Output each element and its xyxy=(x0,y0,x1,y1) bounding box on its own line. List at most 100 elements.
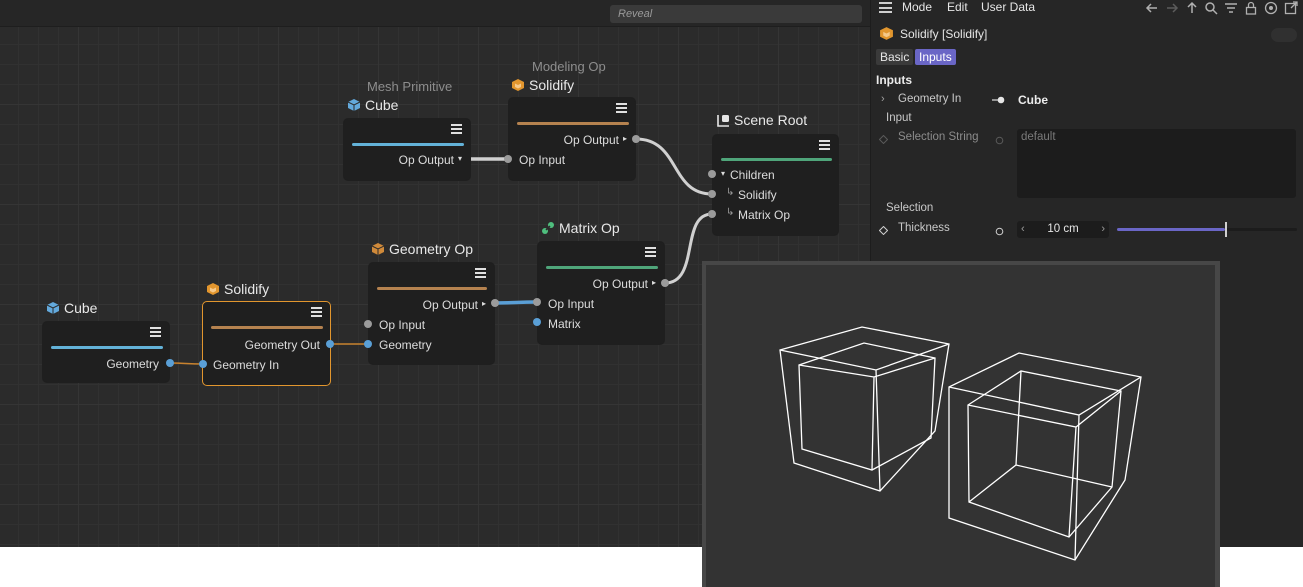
node-menu-icon[interactable] xyxy=(475,268,486,279)
port-circle-icon[interactable] xyxy=(995,134,1004,148)
search-icon[interactable] xyxy=(1204,1,1218,15)
thickness-field[interactable]: ‹ 10 cm › xyxy=(1017,221,1109,238)
target-icon[interactable] xyxy=(1264,1,1278,15)
thickness-slider[interactable] xyxy=(1117,222,1297,237)
node-title: Matrix Op xyxy=(559,220,620,236)
solidify-input-port[interactable] xyxy=(708,190,716,198)
keyframe-diamond-icon[interactable] xyxy=(878,133,889,147)
node-editor-toolbar: Reveal xyxy=(0,0,870,27)
geometry-input-port[interactable] xyxy=(364,340,372,348)
output-arrow-icon: ▸ xyxy=(481,299,486,308)
output-port-label: Geometry xyxy=(106,357,159,371)
geometry-in-value[interactable]: Cube xyxy=(1018,93,1048,107)
tab-inputs[interactable]: Inputs xyxy=(915,49,956,65)
back-arrow-icon[interactable] xyxy=(1145,1,1159,15)
selection-group-label: Selection xyxy=(886,202,934,214)
link-port-icon xyxy=(992,94,1006,109)
node-title: Geometry Op xyxy=(389,241,474,257)
op-input-port[interactable] xyxy=(364,320,372,328)
tab-basic[interactable]: Basic xyxy=(876,49,914,65)
cube-node[interactable]: Geometry xyxy=(42,321,170,383)
attribute-menubar: Mode Edit User Data xyxy=(871,0,1303,16)
node-color-bar xyxy=(721,158,832,161)
increment-arrow-icon[interactable]: › xyxy=(1101,221,1105,238)
scene-root-icon xyxy=(716,113,730,127)
scene-root-node[interactable]: ▾ Children ↳ Solidify ↳ Matrix Op xyxy=(712,134,839,236)
menu-user-data[interactable]: User Data xyxy=(981,0,1035,15)
chevron-right-icon[interactable]: › xyxy=(881,93,885,105)
solidify-icon xyxy=(879,26,894,41)
geometry-output-port[interactable] xyxy=(166,359,174,367)
modeling-solidify-node[interactable]: Op Output ▸ Op Input xyxy=(508,97,636,181)
section-title: Inputs xyxy=(876,73,912,87)
op-output-port[interactable] xyxy=(661,279,669,287)
node-menu-icon[interactable] xyxy=(150,327,161,338)
node-color-bar xyxy=(517,122,629,125)
lock-icon[interactable] xyxy=(1244,1,1258,15)
matrix-op-input-port[interactable] xyxy=(708,210,716,218)
cube-icon xyxy=(347,98,361,112)
viewport-window[interactable] xyxy=(702,261,1220,587)
node-color-bar xyxy=(352,143,464,146)
output-port-label: Geometry Out xyxy=(244,338,320,352)
node-category-label: Mesh Primitive xyxy=(367,79,453,94)
op-input-port[interactable] xyxy=(504,155,512,163)
geometry-in-port[interactable] xyxy=(199,360,207,368)
node-category-label: Modeling Op xyxy=(532,59,606,74)
thickness-value[interactable]: 10 cm xyxy=(1047,223,1078,235)
cube-icon xyxy=(46,301,60,315)
geometry-out-port[interactable] xyxy=(326,340,334,348)
solidify-node-header: Solidify xyxy=(206,281,269,297)
slider-fill xyxy=(1117,228,1225,231)
selection-string-label: Selection String xyxy=(898,131,979,143)
input-port-label: Op Input xyxy=(379,318,426,332)
mesh-cube-node[interactable]: Op Output ▾ xyxy=(343,118,471,181)
selection-string-field[interactable]: default xyxy=(1017,129,1296,198)
solidify-node-selected[interactable]: Geometry Out Geometry In xyxy=(202,301,331,386)
output-arrow-icon: ▸ xyxy=(651,278,656,287)
matrix-input-port[interactable] xyxy=(533,318,541,326)
matrix-op-node[interactable]: Op Output ▸ Op Input Matrix xyxy=(537,241,665,345)
geometry-op-node-header: Geometry Op xyxy=(371,241,473,257)
left-outer-cube xyxy=(779,326,950,492)
viewport-canvas[interactable] xyxy=(706,265,1215,587)
reveal-field[interactable]: Reveal xyxy=(610,5,862,23)
child-branch-icon: ↳ xyxy=(726,187,735,198)
wire-geometry-op-to-matrix-op xyxy=(494,300,538,305)
output-port-label: Op Output xyxy=(422,298,478,312)
op-output-port[interactable] xyxy=(632,135,640,143)
node-menu-icon[interactable] xyxy=(819,140,830,151)
geometry-op-icon xyxy=(371,242,385,256)
node-menu-icon[interactable] xyxy=(311,307,322,318)
slider-handle[interactable] xyxy=(1225,222,1227,237)
filter-icon[interactable] xyxy=(1224,1,1238,15)
node-color-bar xyxy=(377,287,487,290)
up-arrow-icon[interactable] xyxy=(1185,1,1199,15)
node-menu-icon[interactable] xyxy=(451,124,462,135)
op-output-port[interactable] xyxy=(491,299,499,307)
forward-arrow-icon[interactable] xyxy=(1165,1,1179,15)
geometry-op-node[interactable]: Op Output ▸ Op Input Geometry xyxy=(368,262,495,365)
node-menu-icon[interactable] xyxy=(616,103,627,114)
wire-modeling-solidify-to-scene-root xyxy=(635,137,713,196)
input-port-label: Op Input xyxy=(519,153,566,167)
new-window-icon[interactable] xyxy=(1284,1,1298,15)
output-arrow-icon: ▸ xyxy=(622,134,627,143)
menu-edit[interactable]: Edit xyxy=(947,0,968,15)
children-input-port[interactable] xyxy=(708,170,716,178)
keyframe-diamond-icon[interactable] xyxy=(878,224,889,238)
port-circle-icon[interactable] xyxy=(995,225,1004,239)
input-port-label: Children xyxy=(730,168,775,182)
expand-children-icon[interactable]: ▾ xyxy=(721,169,725,178)
title-toggle[interactable] xyxy=(1271,28,1297,42)
node-menu-icon[interactable] xyxy=(645,247,656,258)
input-port-label: Op Input xyxy=(548,297,595,311)
node-title: Cube xyxy=(64,300,98,316)
node-title: Solidify xyxy=(529,77,575,93)
decrement-arrow-icon[interactable]: ‹ xyxy=(1021,221,1025,238)
hamburger-menu-icon[interactable] xyxy=(879,2,892,13)
op-input-port[interactable] xyxy=(533,298,541,306)
menu-mode[interactable]: Mode xyxy=(902,0,932,15)
input-port-label: Geometry xyxy=(379,338,432,352)
solidify-icon xyxy=(511,78,525,92)
